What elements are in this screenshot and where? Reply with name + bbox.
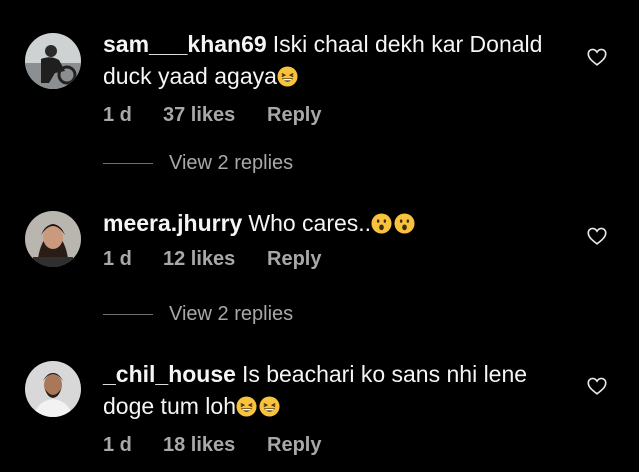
view-replies-button[interactable]: View 2 replies <box>103 300 293 328</box>
reply-button[interactable]: Reply <box>267 248 321 271</box>
avatar[interactable] <box>25 33 81 89</box>
replies-divider <box>103 162 153 164</box>
like-heart-icon[interactable] <box>586 46 608 68</box>
view-replies-label: View 2 replies <box>169 151 294 174</box>
hushed-face-icon <box>371 210 392 234</box>
comment-username[interactable]: _chil_house <box>103 361 236 387</box>
grinning-squint-face-icon <box>277 63 298 87</box>
comment-username[interactable]: sam___khan69 <box>103 31 267 57</box>
comment-timestamp: 1 d <box>103 247 132 270</box>
avatar[interactable] <box>25 361 81 417</box>
comment-text: _chil_house Is beachari ko sans nhi lene … <box>103 358 553 422</box>
comment-timestamp: 1 d <box>103 433 132 456</box>
comment-likes[interactable]: 37 likes <box>163 104 267 127</box>
like-heart-icon[interactable] <box>586 375 608 397</box>
hushed-face-icon <box>394 210 415 234</box>
avatar[interactable] <box>25 211 81 267</box>
grinning-squint-face-icon <box>236 393 257 417</box>
grinning-squint-face-icon <box>259 393 280 417</box>
comment-text: sam___khan69 Iski chaal dekh kar Donald d… <box>103 28 553 92</box>
replies-divider <box>103 313 153 315</box>
comment-meta: 1 d 37 likes Reply <box>103 101 553 129</box>
comment-username[interactable]: meera.jhurry <box>103 210 242 236</box>
view-replies-label: View 2 replies <box>169 302 294 325</box>
comment-meta: 1 d 18 likes Reply <box>103 431 553 459</box>
comment-likes[interactable]: 18 likes <box>163 434 267 457</box>
comment-timestamp: 1 d <box>103 103 132 126</box>
reply-button[interactable]: Reply <box>267 104 321 127</box>
comment-body: Who cares.. <box>248 210 372 236</box>
comment-text: meera.jhurry Who cares.. <box>103 207 553 239</box>
view-replies-button[interactable]: View 2 replies <box>103 149 293 177</box>
reply-button[interactable]: Reply <box>267 434 321 457</box>
comment-meta: 1 d 12 likes Reply <box>103 245 553 273</box>
like-heart-icon[interactable] <box>586 225 608 247</box>
comment-likes[interactable]: 12 likes <box>163 248 267 271</box>
